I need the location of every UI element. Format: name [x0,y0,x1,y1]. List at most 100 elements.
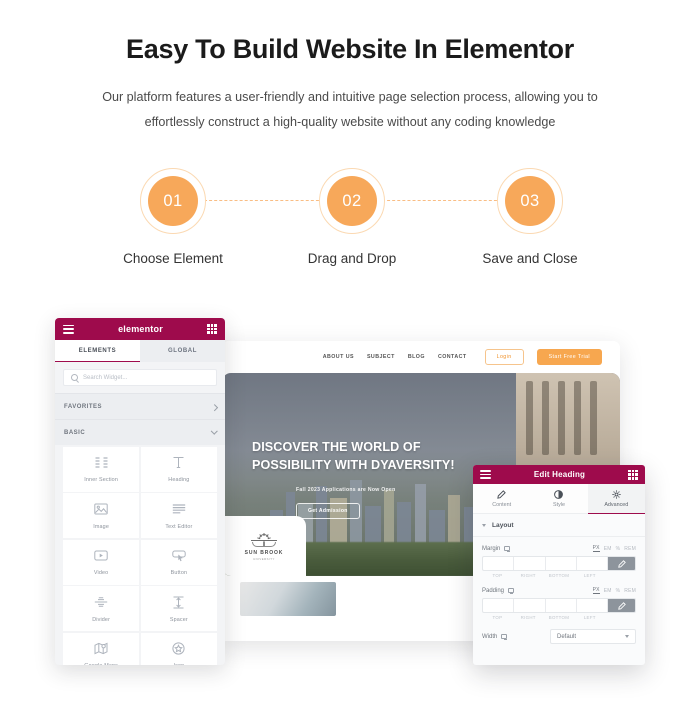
tab-content[interactable]: Content [473,484,530,514]
widget-google-maps[interactable]: Google Maps [63,632,140,665]
site-logo[interactable]: SUN BROOK UNIVERSITY [222,516,306,576]
nav-link-contact[interactable]: CONTACT [438,354,467,360]
unit-px[interactable]: PX [592,545,600,552]
label-right: RIGHT [520,615,536,620]
section-basic[interactable]: BASIC [55,419,225,445]
margin-left-input[interactable] [577,557,608,570]
tab-label: Advanced [604,501,629,508]
start-free-trial-button[interactable]: Start Free Trial [536,349,602,365]
spacer-icon [170,595,187,610]
image-icon [93,502,110,517]
step-label-2: Drag and Drop [307,251,397,267]
label-top: TOP [492,615,503,620]
search-icon [71,374,78,381]
hero-subtitle: Fall 2023 Applications are Now Open [296,486,396,493]
margin-label-group: Margin [482,545,511,553]
tab-elements[interactable]: ELEMENTS [55,340,140,362]
widget-heading[interactable]: Heading [140,446,217,492]
contrast-icon [554,489,564,499]
margin-right-input[interactable] [514,557,546,570]
unit-em[interactable]: EM [604,546,612,552]
nav-link-blog[interactable]: BLOG [408,354,425,360]
section-favorites-label: FAVORITES [64,403,103,410]
edit-panel-tabs: Content Style Advanced [473,484,645,514]
site-navbar: ABOUT US SUBJECT BLOG CONTACT Login Star… [222,341,620,373]
nav-link-subject[interactable]: SUBJECT [367,354,395,360]
padding-inputs [482,598,636,613]
gear-icon [612,489,621,499]
label-right: RIGHT [520,573,536,578]
widget-icon[interactable]: Icon [140,632,217,665]
mockup-stage: ABOUT US SUBJECT BLOG CONTACT Login Star… [0,305,700,720]
padding-right-input[interactable] [514,599,546,612]
link-values-icon[interactable] [608,557,635,570]
step-label-3: Save and Close [482,251,578,267]
margin-top-input[interactable] [483,557,515,570]
margin-units: PX EM % REM [592,545,636,552]
width-label: Width [482,633,498,640]
chevron-right-icon [210,404,217,412]
padding-top-input[interactable] [483,599,515,612]
widget-divider[interactable]: Divider [63,586,140,631]
hamburger-icon[interactable] [480,470,491,479]
widget-label: Spacer [169,616,188,623]
columns-icon [93,455,110,470]
widget-grid: Inner Section Heading Image Text Editor … [55,445,225,665]
widget-video[interactable]: Video [63,539,140,585]
margin-label: Margin [482,545,501,552]
width-select[interactable]: Default [550,629,636,644]
unit-percent[interactable]: % [616,588,621,594]
step-item-3: 03 Save and Close [450,168,610,266]
desktop-icon[interactable] [508,588,515,595]
margin-bottom-input[interactable] [546,557,577,570]
search-widget-input[interactable]: Search Widget... [63,369,217,386]
grid-icon[interactable] [206,324,217,334]
page-subtitle: Our platform features a user-friendly an… [102,90,598,129]
tab-advanced[interactable]: Advanced [587,484,645,514]
unit-px[interactable]: PX [592,587,600,594]
button-cursor-icon [170,548,187,563]
nav-link-about[interactable]: ABOUT US [323,354,354,360]
tab-global[interactable]: GLOBAL [140,340,225,362]
grid-icon[interactable] [627,469,638,480]
unit-rem[interactable]: REM [624,546,636,552]
elementor-brand: elementor [118,324,163,334]
widget-spacer[interactable]: Spacer [140,586,217,631]
get-admission-button[interactable]: Get Admission [296,502,360,519]
label-left: LEFT [583,573,596,578]
widget-image[interactable]: Image [63,493,140,538]
unit-em[interactable]: EM [604,588,612,594]
width-label-group: Width [482,633,508,641]
hero-copy: DISCOVER THE WORLD OF POSSIBILITY WITH D… [252,439,498,519]
login-button[interactable]: Login [484,349,524,365]
tab-label: Content [492,501,512,508]
desktop-icon[interactable] [504,546,511,553]
widget-inner-section[interactable]: Inner Section [63,446,140,492]
widget-button[interactable]: Button [140,539,217,585]
link-values-icon[interactable] [608,599,635,612]
tab-label: Style [553,501,565,508]
widget-label: Icon [173,663,184,665]
tab-style[interactable]: Style [530,484,587,514]
star-circle-icon [170,641,187,656]
widget-label: Heading [168,477,190,483]
widget-label: Button [170,570,188,576]
section-favorites[interactable]: FAVORITES [55,393,225,419]
step-ring-2: 02 [319,168,385,235]
padding-left-input[interactable] [577,599,608,612]
caret-down-icon [482,523,486,527]
step-number-3: 03 [505,176,555,227]
text-lines-icon [170,502,187,517]
layout-section-header[interactable]: Layout [473,514,645,537]
hero-headline-line2: POSSIBILITY WITH DYAVERSITY! [252,457,455,472]
widget-text-editor[interactable]: Text Editor [140,493,217,538]
step-number-1: 01 [148,176,198,227]
unit-percent[interactable]: % [616,546,621,552]
label-top: TOP [492,573,503,578]
hamburger-icon[interactable] [63,324,74,334]
unit-rem[interactable]: REM [624,588,636,594]
padding-bottom-input[interactable] [546,599,577,612]
margin-side-labels: TOP RIGHT BOTTOM LEFT [482,573,636,578]
edit-panel-title: Edit Heading [533,470,586,479]
desktop-icon[interactable] [501,634,508,641]
